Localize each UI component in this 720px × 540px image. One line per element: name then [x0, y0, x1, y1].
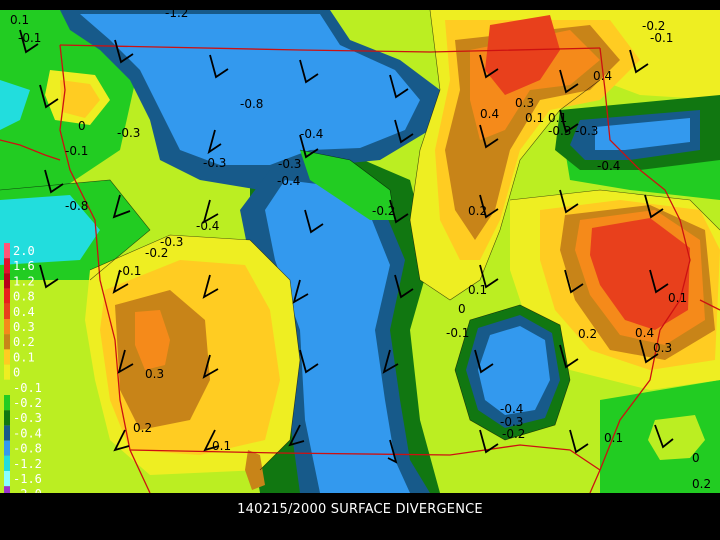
contour-label: -0.2 [502, 427, 525, 441]
contour-label: 0.4 [593, 69, 612, 83]
legend-swatch [4, 258, 10, 274]
contour-label: 0.3 [515, 96, 534, 110]
contour-label: 0.3 [653, 341, 672, 355]
divergence-contour-map[interactable]: 0.1 -0.1 -1.2 -0.2 -0.1 0.4 0.3 0.4 0.1 … [0, 0, 720, 540]
contour-label: -0.3 [575, 124, 598, 138]
legend-label: 0.4 [13, 305, 35, 319]
contour-label: -0.4 [597, 159, 620, 173]
contour-label: 0 [458, 302, 466, 316]
contour-label: 0.1 [604, 431, 623, 445]
legend-swatch [4, 440, 10, 456]
legend-label: -0.2 [13, 396, 42, 410]
legend-label: 0.8 [13, 290, 35, 304]
legend-label: 1.6 [13, 259, 35, 273]
legend-label: -0.8 [13, 442, 42, 456]
legend-label: -1.2 [13, 457, 42, 471]
contour-label: -0.1 [18, 31, 41, 45]
contour-label: 0.1 [212, 439, 231, 453]
contour-label: -0.8 [240, 97, 263, 111]
legend-label: -1.6 [13, 472, 42, 486]
contour-label: 0.1 [525, 111, 544, 125]
contour-label: -0.1 [65, 144, 88, 158]
contour-label: -0.4 [277, 174, 300, 188]
contour-label: -0.4 [500, 402, 523, 416]
contour-label: 0 [692, 451, 700, 465]
legend-label: -0.4 [13, 426, 42, 440]
legend-swatch [4, 455, 10, 471]
legend-label: 0.2 [13, 335, 35, 349]
contour-label: -0.8 [65, 199, 88, 213]
contour-label: -0.3 [203, 156, 226, 170]
contour-label: -0.3 [278, 157, 301, 171]
legend-swatch [4, 379, 10, 395]
contour-label: 0.2 [468, 204, 487, 218]
legend-swatch [4, 471, 10, 487]
legend-label: 0.3 [13, 320, 35, 334]
contour-label: -0.1 [446, 326, 469, 340]
legend-swatch [4, 288, 10, 304]
legend-swatch [4, 349, 10, 365]
contour-label: 0 [78, 119, 86, 133]
contour-label: -0.4 [196, 219, 219, 233]
legend-label: -0.3 [13, 411, 42, 425]
map-caption: 140215/2000 SURFACE DIVERGENCE [237, 502, 483, 517]
contour-label: -0.1 [650, 31, 673, 45]
legend-swatch [4, 364, 10, 380]
contour-label: -0.2 [145, 246, 168, 260]
contour-label: 0.4 [635, 326, 654, 340]
contour-label: -0.2 [372, 204, 395, 218]
legend-label: -0.1 [13, 381, 42, 395]
contour-label: -0.3 [117, 126, 140, 140]
contour-label: 0.2 [133, 421, 152, 435]
legend-swatch [4, 243, 10, 259]
contour-label: -1.2 [165, 6, 188, 20]
contour-label: 0.1 [668, 291, 687, 305]
contour-label: 0.1 [468, 283, 487, 297]
contour-label: 0.1 [10, 13, 29, 27]
legend-swatch [4, 273, 10, 289]
legend-label: 0 [13, 366, 20, 380]
contour-label: 0.3 [145, 367, 164, 381]
contour-label: -0.4 [300, 127, 323, 141]
legend-swatch [4, 410, 10, 426]
legend-swatch [4, 395, 10, 411]
contour-label: 0.1 [548, 111, 567, 125]
legend-swatch [4, 425, 10, 441]
contour-label: -0.3 [548, 124, 571, 138]
contour-label: 0.2 [578, 327, 597, 341]
legend-swatch [4, 303, 10, 319]
legend-label: 1.2 [13, 274, 35, 288]
contour-label: -0.1 [118, 264, 141, 278]
legend-label: 2.0 [13, 244, 35, 258]
legend-swatch [4, 319, 10, 335]
contour-label: 0.4 [480, 107, 499, 121]
legend-swatch [4, 334, 10, 350]
divergence-map-view: 0.1 -0.1 -1.2 -0.2 -0.1 0.4 0.3 0.4 0.1 … [0, 0, 720, 540]
legend-label: 0.1 [13, 350, 35, 364]
contour-label: 0.2 [692, 477, 711, 491]
